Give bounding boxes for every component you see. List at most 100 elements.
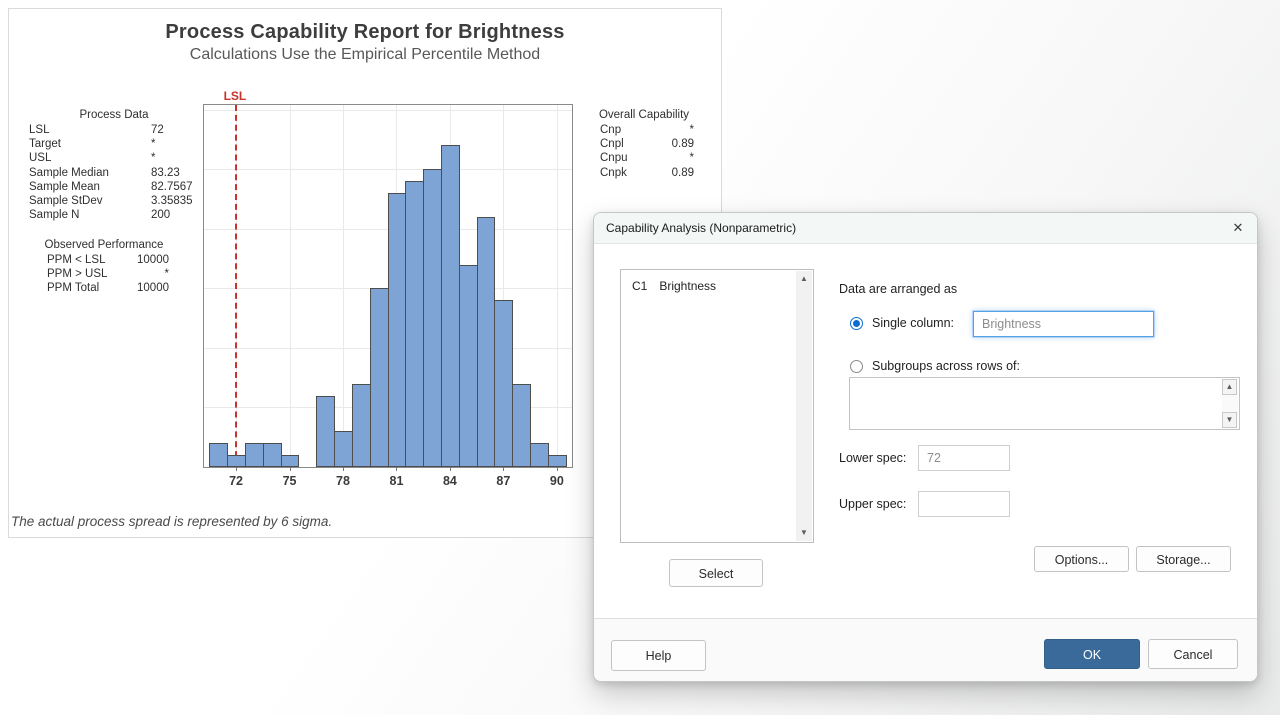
column-listbox[interactable]: C1 Brightness ▲ ▼	[620, 269, 814, 543]
stat-label: Target	[29, 137, 151, 151]
upper-spec-input[interactable]	[918, 491, 1010, 517]
stat-label: PPM Total	[47, 281, 99, 295]
single-column-input[interactable]	[973, 311, 1154, 337]
process-data-row: Target*	[29, 137, 199, 151]
stat-label: Sample Median	[29, 166, 151, 180]
stat-label: PPM < LSL	[47, 253, 106, 267]
histogram-bar	[316, 396, 335, 467]
single-column-radio[interactable]: Single column:	[850, 316, 954, 330]
process-data-row: Sample Mean82.7567	[29, 180, 199, 194]
scroll-down-icon[interactable]: ▼	[1222, 412, 1237, 428]
gridline-horizontal	[204, 110, 572, 111]
observed-performance-row: PPM Total 10000	[29, 281, 169, 295]
histogram-bar	[512, 384, 531, 467]
histogram-bar	[227, 455, 246, 467]
gridline-horizontal	[204, 169, 572, 170]
x-tick-label: 72	[229, 474, 243, 488]
stat-value: 0.89	[672, 137, 694, 151]
x-tick-label: 75	[283, 474, 297, 488]
data-arranged-label: Data are arranged as	[839, 282, 957, 296]
overall-capability-row: Cnpk0.89	[594, 166, 694, 180]
stat-label: Cnp	[600, 123, 621, 137]
histogram-bar	[263, 443, 282, 467]
column-name: Brightness	[659, 279, 716, 293]
overall-capability-rows: Cnp *Cnpl0.89Cnpu*Cnpk0.89	[594, 123, 694, 180]
ok-button[interactable]: OK	[1044, 639, 1140, 669]
x-tick-label: 90	[550, 474, 564, 488]
stat-value: *	[690, 123, 694, 137]
process-data-row: Sample Median83.23	[29, 166, 199, 180]
lower-spec-label: Lower spec:	[839, 451, 906, 465]
stat-label: Sample StDev	[29, 194, 151, 208]
overall-capability-panel: Overall Capability Cnp *Cnpl0.89Cnpu*Cnpk…	[594, 109, 694, 180]
x-tick-mark	[557, 467, 558, 471]
process-data-panel: Process Data LSL72Target*USL*Sample Medi…	[29, 109, 199, 222]
stat-value: 83.23	[151, 166, 180, 180]
stat-value: 200	[151, 208, 170, 222]
stat-value: *	[690, 151, 694, 165]
observed-performance-rows: PPM < LSL10000PPM > USL*PPM Total 10000	[29, 253, 179, 296]
observed-performance-row: PPM > USL*	[29, 267, 169, 281]
overall-capability-row: Cnpu*	[594, 151, 694, 165]
listbox-scrollbar[interactable]: ▲ ▼	[796, 271, 812, 541]
histogram-bar	[281, 455, 300, 467]
select-button[interactable]: Select	[669, 559, 763, 587]
stat-label: USL	[29, 151, 151, 165]
observed-performance-title: Observed Performance	[29, 239, 179, 251]
dialog-footer: Help OK Cancel	[594, 618, 1257, 681]
x-tick-mark	[343, 467, 344, 471]
radio-unselected-icon	[850, 360, 863, 373]
subgroups-label: Subgroups across rows of:	[872, 359, 1020, 373]
dialog-title: Capability Analysis (Nonparametric)	[606, 213, 796, 243]
stat-value: 0.89	[672, 166, 694, 180]
stat-value: *	[151, 151, 155, 165]
process-data-row: Sample StDev3.35835	[29, 194, 199, 208]
x-tick-label: 87	[496, 474, 510, 488]
stat-label: Sample N	[29, 208, 151, 222]
stat-value: 82.7567	[151, 180, 193, 194]
histogram-bar	[459, 265, 478, 467]
observed-performance-panel: Observed Performance PPM < LSL10000PPM >…	[29, 239, 179, 296]
histogram-bar	[441, 145, 460, 467]
observed-performance-row: PPM < LSL10000	[29, 253, 169, 267]
histogram-bar	[423, 169, 442, 467]
cancel-button[interactable]: Cancel	[1148, 639, 1238, 669]
close-icon[interactable]: ✕	[1228, 218, 1248, 238]
scroll-up-icon[interactable]: ▲	[1222, 379, 1237, 395]
single-column-label: Single column:	[872, 316, 954, 330]
lower-spec-input[interactable]	[918, 445, 1010, 471]
report-footnote: The actual process spread is represented…	[11, 514, 332, 529]
overall-capability-row: Cnpl0.89	[594, 137, 694, 151]
column-id: C1	[632, 279, 656, 293]
listbox-item-brightness[interactable]: C1 Brightness	[621, 270, 813, 293]
scroll-up-icon[interactable]: ▲	[796, 271, 812, 287]
histogram-bar	[352, 384, 371, 467]
overall-capability-title: Overall Capability	[594, 109, 694, 121]
upper-spec-label: Upper spec:	[839, 497, 906, 511]
textarea-scrollbar[interactable]: ▲ ▼	[1222, 379, 1238, 428]
histogram-bar	[494, 300, 513, 467]
subgroups-textarea[interactable]: ▲ ▼	[849, 377, 1240, 430]
histogram-plot: LSL72757881848790	[203, 104, 573, 468]
histogram-bar	[477, 217, 496, 467]
histogram-bar	[245, 443, 264, 467]
stat-label: Sample Mean	[29, 180, 151, 194]
x-tick-mark	[236, 467, 237, 471]
help-button[interactable]: Help	[611, 640, 706, 671]
histogram-bar	[405, 181, 424, 467]
options-button[interactable]: Options...	[1034, 546, 1129, 572]
subgroups-radio[interactable]: Subgroups across rows of:	[850, 359, 1020, 373]
storage-button[interactable]: Storage...	[1136, 546, 1231, 572]
scroll-down-icon[interactable]: ▼	[796, 525, 812, 541]
radio-selected-icon	[850, 317, 863, 330]
x-tick-label: 84	[443, 474, 457, 488]
process-data-rows: LSL72Target*USL*Sample Median83.23Sample…	[29, 123, 199, 222]
dialog-titlebar[interactable]: Capability Analysis (Nonparametric) ✕	[594, 213, 1257, 244]
stat-value: 10000	[137, 281, 169, 295]
stat-value: 72	[151, 123, 164, 137]
gridline-vertical	[557, 105, 558, 467]
lsl-label: LSL	[224, 89, 247, 103]
gridline-vertical	[343, 105, 344, 467]
process-data-row: Sample N200	[29, 208, 199, 222]
histogram-bar	[370, 288, 389, 467]
